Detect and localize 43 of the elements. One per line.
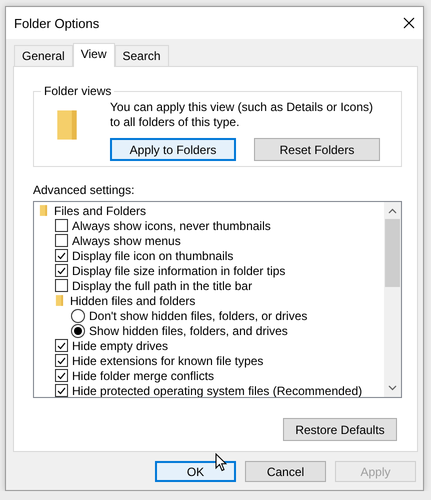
option-label[interactable]: Display the full path in the title bar [72, 278, 252, 292]
advanced-settings-label: Advanced settings: [33, 183, 136, 197]
checkbox[interactable] [55, 339, 68, 352]
ok-button[interactable]: OK [155, 461, 236, 482]
option-label[interactable]: Always show icons, never thumbnails [72, 218, 271, 232]
description-text: You can apply this view (such as Details or Icons) to all folders of this type. [110, 100, 374, 130]
checkbox[interactable] [55, 234, 68, 247]
tab[interactable]: General [14, 45, 73, 66]
checkbox[interactable] [55, 219, 68, 232]
checkbox[interactable] [55, 354, 68, 367]
scrollbar-thumb[interactable] [385, 219, 400, 287]
radio-button[interactable] [71, 324, 85, 338]
checkbox[interactable] [55, 369, 68, 382]
option-label[interactable]: Don't show hidden files, folders, or drives [89, 308, 308, 322]
checkbox[interactable] [55, 384, 68, 397]
option-label[interactable]: Show hidden files, folders, and drives [89, 324, 288, 338]
option-label[interactable]: Display file size information in folder tips [72, 264, 286, 278]
group-title: Folder views [43, 84, 112, 98]
scroll-down-icon[interactable] [388, 385, 397, 391]
cancel-button[interactable]: Cancel [245, 461, 326, 482]
checkbox[interactable] [55, 264, 68, 277]
window-title: Folder Options [14, 16, 100, 30]
close-icon[interactable] [403, 17, 415, 29]
option-label[interactable]: Display file icon on thumbnails [72, 248, 234, 262]
folder-icon [55, 294, 64, 307]
option-label[interactable]: Hide folder merge conflicts [72, 368, 214, 382]
checkbox[interactable] [55, 249, 68, 262]
folder-icon [39, 204, 48, 217]
tab[interactable]: Search [114, 45, 169, 66]
checkbox[interactable] [55, 279, 68, 292]
option-label[interactable]: Hide protected operating system files (Recommended) [72, 384, 362, 397]
category-label[interactable]: Hidden files and folders [70, 294, 196, 308]
radio-button[interactable] [71, 308, 85, 322]
option-label[interactable]: Always show menus [72, 234, 181, 248]
tab[interactable]: View [72, 43, 114, 67]
category-label[interactable]: Files and Folders [54, 204, 146, 218]
option-label[interactable]: Hide empty drives [72, 338, 168, 352]
apply-to-folders-button[interactable]: Apply to Folders [110, 138, 236, 161]
scroll-up-icon[interactable] [388, 208, 397, 214]
restore-defaults-button[interactable]: Restore Defaults [283, 418, 397, 441]
reset-folders-button[interactable]: Reset Folders [254, 138, 380, 161]
option-label[interactable]: Hide extensions for known file types [72, 354, 264, 368]
scrollbar[interactable] [384, 202, 401, 397]
